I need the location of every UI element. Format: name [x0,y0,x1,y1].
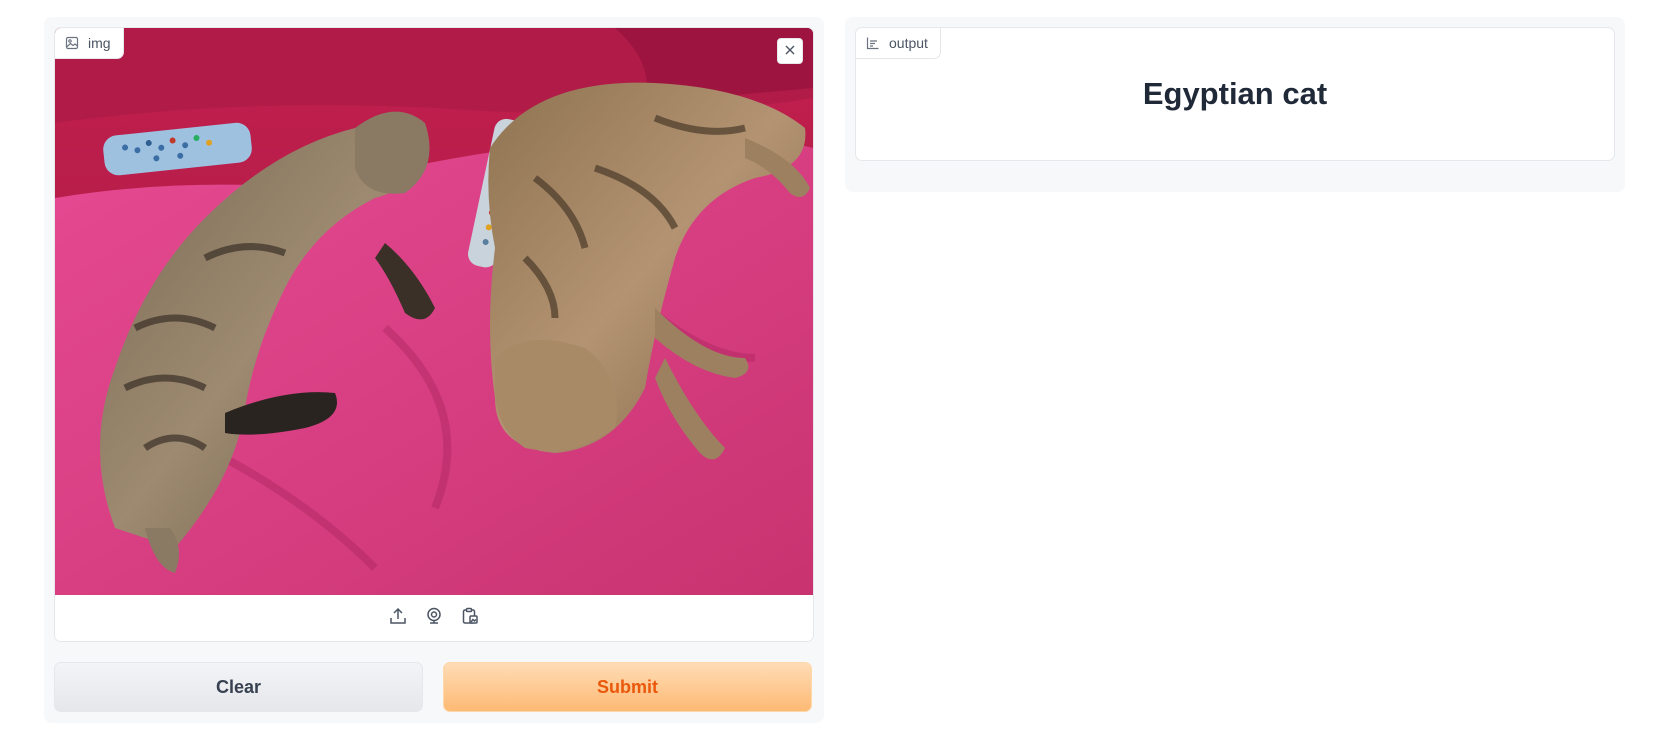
remove-image-button[interactable] [777,38,803,64]
image-input[interactable]: img [54,27,814,642]
clipboard-button[interactable] [459,607,481,629]
output-label: output [856,28,941,59]
input-panel: img Clear Submit [44,17,824,723]
clipboard-icon [461,607,479,630]
close-icon [785,42,795,60]
uploaded-cat-photo [55,28,813,595]
webcam-icon [425,607,443,630]
label-output: output Egyptian cat [855,27,1615,161]
image-input-label-text: img [88,35,111,51]
bar-chart-icon [866,36,880,50]
clear-button[interactable]: Clear [54,662,423,712]
upload-button[interactable] [387,607,409,629]
predicted-label: Egyptian cat [1142,76,1328,111]
image-source-toolbar [55,595,813,641]
upload-icon [389,607,407,630]
image-input-label: img [55,28,124,59]
webcam-button[interactable] [423,607,445,629]
image-icon [65,36,79,50]
output-panel: output Egyptian cat [845,17,1625,192]
output-label-text: output [889,35,928,51]
submit-button[interactable]: Submit [443,662,812,712]
